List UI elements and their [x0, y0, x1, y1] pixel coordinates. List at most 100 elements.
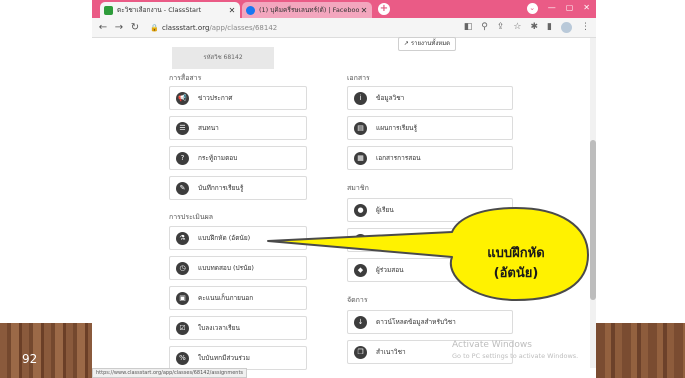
extensions-icon[interactable]: ✱ — [531, 22, 539, 33]
menu-item-label: ผู้ร่วมสอน — [376, 266, 404, 274]
minimize-icon[interactable]: — — [548, 3, 556, 14]
menu-item-label: สำเนาวิชา — [376, 348, 406, 356]
teacher-icon: ◆ — [354, 263, 367, 277]
watermark-title: Activate Windows — [452, 340, 532, 350]
forward-icon[interactable]: → — [113, 22, 125, 33]
tab-bar: ตะวิชาเลือกงาน - ClassStart ✕ (1) บุคิมค… — [92, 0, 596, 18]
activate-windows-watermark: Activate Windows Go to PC settings to ac… — [452, 340, 578, 362]
info-icon: i — [354, 91, 367, 105]
slide-page-number: 92 — [22, 352, 38, 366]
browser-window: ตะวิชาเลือกงาน - ClassStart ✕ (1) บุคิมค… — [92, 0, 596, 378]
tab-search-icon[interactable]: ⌄ — [526, 3, 538, 14]
copy-icon: ❐ — [354, 345, 367, 359]
menu-item-label: ข้อมูลวิชา — [376, 94, 405, 102]
qa-icon: ? — [176, 151, 189, 165]
download-icon: ↓ — [354, 315, 367, 329]
menu-item-label: ดาวน์โหลดข้อมูลสำหรับวิชา — [376, 318, 456, 326]
close-icon[interactable]: ✕ — [359, 6, 369, 15]
section-manage-title: จัดการ — [347, 296, 368, 304]
menu-item-quizzes[interactable]: ◷ แบบทดสอบ (ปรนัย) — [169, 256, 307, 280]
class-code-box: รหัสวิช 68142 — [172, 47, 274, 69]
tab-facebook[interactable]: (1) บุคิมครี่รษเลนทร์(ด้) | Facebook ✕ — [242, 2, 372, 18]
maximize-icon[interactable]: ▢ — [566, 3, 574, 14]
menu-item-label: ใบลงเวลาเรียน — [198, 324, 240, 332]
lock-icon: 🔒 — [150, 24, 159, 32]
facebook-favicon-icon — [246, 5, 255, 15]
zoom-icon[interactable]: ⚲ — [481, 22, 488, 33]
menu-item-external-scores[interactable]: ▣ คะแนนเก็บภายนอก — [169, 286, 307, 310]
tab-title: ตะวิชาเลือกงาน - ClassStart — [117, 6, 202, 14]
menu-item-assignments[interactable]: ⚗ แบบฝึกหัด (อัตนัย) — [169, 226, 307, 250]
new-tab-button[interactable]: + — [378, 3, 390, 15]
checklist-icon: ☑ — [176, 321, 189, 335]
menu-item-participation[interactable]: % ใบบันทกมีส่วนร่วม — [169, 346, 307, 370]
menu-item-label: กลุ่มผู้เรียน — [376, 236, 406, 244]
bookmark-star-icon[interactable]: ☆ — [513, 22, 521, 33]
close-icon[interactable]: ✕ — [227, 6, 237, 15]
section-documents-title: เอกสาร — [347, 74, 370, 82]
menu-item-teaching-docs[interactable]: ▦ เอกสารการสอน — [347, 146, 513, 170]
profile-avatar[interactable] — [561, 22, 572, 33]
slide: 92 ตะวิชาเลือกงาน - ClassStart ✕ (1) บุค… — [0, 0, 685, 378]
menu-item-label: สนทนา — [198, 124, 219, 132]
url-domain: classstart.org — [162, 24, 210, 32]
section-communication-title: การสื่อสาร — [169, 74, 202, 82]
callout-text: แบบฝึกหัด (อัตนัย) — [453, 244, 579, 284]
sidebar-icon[interactable]: ▮ — [547, 22, 552, 33]
menu-item-label: แบบฝึกหัด (อัตนัย) — [198, 234, 251, 242]
address-bar: ← → ↻ 🔒 classstart.org/app/classes/68142… — [92, 18, 596, 38]
translate-icon[interactable]: ◧ — [464, 22, 473, 33]
menu-item-learning-plan[interactable]: ▤ แผนการเรียนรู้ — [347, 116, 513, 140]
callout-line-2: (อัตนัย) — [493, 266, 539, 281]
trend-icon: ↗ — [403, 40, 409, 47]
menu-item-journal[interactable]: ✎ บันทึกการเรียนรู้ — [169, 176, 307, 200]
document-icon: ▦ — [354, 151, 367, 165]
menu-dots-icon[interactable]: ⋮ — [581, 22, 590, 33]
flask-icon: ⚗ — [176, 231, 189, 245]
menu-item-course-info[interactable]: i ข้อมูลวิชา — [347, 86, 513, 110]
briefcase-icon: ▣ — [176, 291, 189, 305]
status-bar-url: https://www.classstart.org/app/classes/6… — [92, 368, 248, 378]
scrollbar-thumb[interactable] — [590, 140, 596, 300]
back-icon[interactable]: ← — [97, 22, 109, 33]
menu-item-label: ข่าวประกาศ — [198, 94, 233, 102]
plan-icon: ▤ — [354, 121, 367, 135]
page-content — [92, 38, 596, 378]
menu-item-qa[interactable]: ? กระทู้ถามตอบ — [169, 146, 307, 170]
chat-icon: ☰ — [176, 121, 189, 135]
menu-item-label: กระทู้ถามตอบ — [198, 154, 238, 162]
browser-toolbar: ◧ ⚲ ⇪ ☆ ✱ ▮ ⋮ — [464, 22, 590, 33]
section-members-title: สมาชิก — [347, 184, 369, 192]
menu-item-attendance[interactable]: ☑ ใบลงเวลาเรียน — [169, 316, 307, 340]
menu-item-label: ใบบันทกมีส่วนร่วม — [198, 354, 250, 362]
classstart-favicon-icon — [104, 5, 113, 15]
window-controls: ⌄ — ▢ ✕ — [526, 3, 590, 14]
menu-item-announcements[interactable]: 📢 ข่าวประกาศ — [169, 86, 307, 110]
section-assessment-title: การประเมินผล — [169, 213, 214, 221]
tab-title: (1) บุคิมครี่รษเลนทร์(ด้) | Facebook — [259, 6, 359, 14]
reload-icon[interactable]: ↻ — [129, 22, 141, 33]
menu-item-label: บันทึกการเรียนรู้ — [198, 184, 244, 192]
watermark-subtitle: Go to PC settings to activate Windows. — [452, 352, 579, 360]
menu-item-label: เอกสารการสอน — [376, 154, 421, 162]
menu-item-label: ผู้เรียน — [376, 206, 394, 214]
close-window-icon[interactable]: ✕ — [583, 3, 590, 14]
report-button[interactable]: ↗ รายงานทั้งหมด — [398, 37, 456, 51]
journal-icon: ✎ — [176, 181, 189, 195]
timer-icon: ◷ — [176, 261, 189, 275]
report-button-label: รายงานทั้งหมด — [410, 40, 451, 47]
wood-panel-right — [596, 323, 685, 378]
menu-item-label: แผนการเรียนรู้ — [376, 124, 417, 132]
menu-item-label: แบบทดสอบ (ปรนัย) — [198, 264, 254, 272]
user-icon: ● — [354, 203, 367, 217]
menu-item-download-data[interactable]: ↓ ดาวน์โหลดข้อมูลสำหรับวิชา — [347, 310, 513, 334]
percent-icon: % — [176, 351, 189, 365]
share-icon[interactable]: ⇪ — [497, 22, 505, 33]
wood-panel-left — [0, 323, 92, 378]
tab-classstart[interactable]: ตะวิชาเลือกงาน - ClassStart ✕ — [100, 2, 240, 18]
callout-line-1: แบบฝึกหัด — [487, 246, 545, 261]
menu-item-discussion[interactable]: ☰ สนทนา — [169, 116, 307, 140]
megaphone-icon: 📢 — [176, 91, 189, 105]
url-field[interactable]: 🔒 classstart.org/app/classes/68142 — [148, 21, 408, 35]
menu-item-students[interactable]: ● ผู้เรียน — [347, 198, 513, 222]
